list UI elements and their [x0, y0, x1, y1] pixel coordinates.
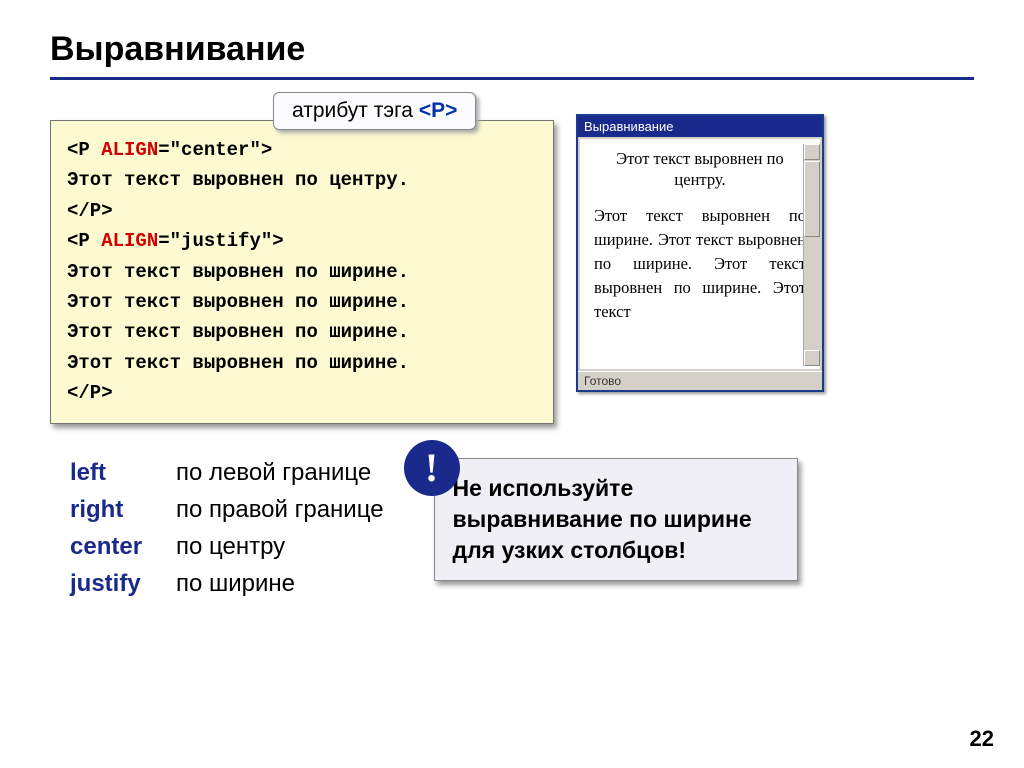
code-line: <P ALIGN="center">: [67, 135, 537, 165]
scroll-down-icon[interactable]: [804, 350, 820, 366]
code-line: Этот текст выровнен по ширине.: [67, 348, 537, 378]
list-item: rightпо правой границе: [70, 491, 384, 528]
scrollbar[interactable]: [803, 144, 820, 366]
warning-callout: ! Не используйте выравнивание по ширине …: [434, 458, 798, 581]
attribute-callout: атрибут тэга <P>: [273, 92, 476, 130]
browser-titlebar: Выравнивание: [578, 116, 822, 137]
list-item: centerпо центру: [70, 528, 384, 565]
align-values-list: leftпо левой границе rightпо правой гран…: [50, 454, 384, 603]
code-line: <P ALIGN="justify">: [67, 226, 537, 256]
code-example: <P ALIGN="center"> Этот текст выровнен п…: [50, 120, 554, 424]
code-line: </P>: [67, 196, 537, 226]
exclamation-icon: !: [404, 440, 460, 496]
browser-justified-text: Этот текст выровнен по ширине. Этот текс…: [594, 204, 806, 324]
page-title: Выравнивание: [50, 30, 974, 80]
code-line: Этот текст выровнен по ширине.: [67, 257, 537, 287]
code-line: Этот текст выровнен по ширине.: [67, 317, 537, 347]
code-line: </P>: [67, 378, 537, 408]
warning-text: Не используйте выравнивание по ширине дл…: [434, 458, 798, 581]
browser-window: Выравнивание Этот текст выровнен по цент…: [576, 114, 824, 392]
code-line: Этот текст выровнен по ширине.: [67, 287, 537, 317]
list-item: justifyпо ширине: [70, 565, 384, 602]
attribute-tag: <P>: [419, 99, 458, 122]
browser-centered-text: Этот текст выровнен по центру.: [594, 149, 806, 190]
list-item: leftпо левой границе: [70, 454, 384, 491]
attribute-prefix: атрибут тэга: [292, 99, 419, 122]
code-line: Этот текст выровнен по центру.: [67, 165, 537, 195]
page-number: 22: [970, 726, 994, 752]
scroll-thumb[interactable]: [804, 161, 820, 237]
browser-statusbar: Готово: [578, 371, 822, 390]
scroll-up-icon[interactable]: [804, 144, 820, 160]
browser-viewport: Этот текст выровнен по центру. Этот текс…: [580, 139, 820, 369]
